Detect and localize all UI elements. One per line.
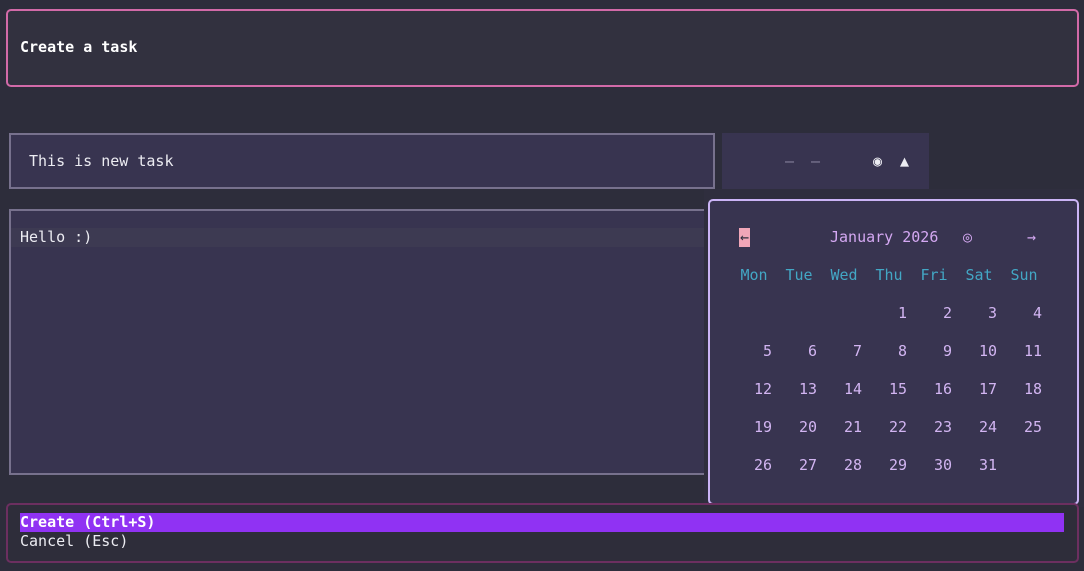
task-description-value: Hello :) [20, 228, 93, 246]
calendar-day[interactable]: 21 [822, 418, 862, 436]
task-description-textarea[interactable] [9, 209, 709, 475]
calendar-day[interactable]: 26 [732, 456, 772, 474]
calendar-day[interactable]: 8 [867, 342, 907, 360]
collapse-up-icon[interactable]: ▲ [900, 152, 909, 170]
create-button[interactable] [20, 513, 1064, 532]
calendar-day[interactable]: 15 [867, 380, 907, 398]
calendar-day[interactable]: 28 [822, 456, 862, 474]
calendar-day[interactable]: 13 [777, 380, 817, 398]
calendar-day[interactable]: 3 [957, 304, 997, 322]
calendar-day[interactable]: 29 [867, 456, 907, 474]
target-icon[interactable]: ◉ [873, 152, 882, 170]
weekday-label: Sun [1010, 266, 1038, 284]
weekday-label: Sat [965, 266, 993, 284]
calendar-day[interactable]: 6 [777, 342, 817, 360]
next-month-icon[interactable]: → [1027, 228, 1036, 246]
calendar-day[interactable]: 24 [957, 418, 997, 436]
calendar-day[interactable]: 20 [777, 418, 817, 436]
create-task-screen: Create a task This is new task – – ◉ ▲ H… [0, 0, 1084, 571]
calendar-day[interactable]: 9 [912, 342, 952, 360]
prev-month-icon[interactable]: ← [739, 228, 750, 247]
calendar-day[interactable]: 10 [957, 342, 997, 360]
cancel-button[interactable]: Cancel (Esc) [20, 532, 128, 550]
weekday-label: Wed [830, 266, 858, 284]
calendar-day[interactable]: 5 [732, 342, 772, 360]
calendar-month-label: January 2026 [830, 228, 939, 246]
weekday-label: Tue [785, 266, 813, 284]
current-line-highlight [11, 228, 705, 247]
calendar-day[interactable]: 22 [867, 418, 907, 436]
calendar-day[interactable]: 27 [777, 456, 817, 474]
calendar-day[interactable]: 23 [912, 418, 952, 436]
calendar-day[interactable]: 25 [1002, 418, 1042, 436]
due-date-field[interactable] [722, 133, 929, 189]
weekday-label: Fri [920, 266, 948, 284]
calendar-day[interactable]: 4 [1002, 304, 1042, 322]
calendar-day[interactable]: 16 [912, 380, 952, 398]
calendar-day[interactable]: 11 [1002, 342, 1042, 360]
actions-panel [6, 503, 1079, 563]
create-button-label: Create (Ctrl+S) [20, 513, 156, 531]
calendar-day[interactable]: 14 [822, 380, 862, 398]
page-title: Create a task [20, 38, 138, 56]
today-icon[interactable]: ◎ [963, 228, 972, 246]
calendar-day[interactable]: 2 [912, 304, 952, 322]
calendar-day[interactable]: 12 [732, 380, 772, 398]
due-date-month-placeholder: – [785, 152, 795, 170]
weekday-label: Mon [740, 266, 768, 284]
calendar-day[interactable]: 7 [822, 342, 862, 360]
task-title-value: This is new task [29, 152, 174, 170]
weekday-label: Thu [875, 266, 903, 284]
calendar-day[interactable]: 30 [912, 456, 952, 474]
calendar-day[interactable]: 18 [1002, 380, 1042, 398]
calendar-day[interactable]: 31 [957, 456, 997, 474]
header-panel [6, 9, 1079, 87]
calendar-day[interactable]: 1 [867, 304, 907, 322]
calendar-day[interactable]: 17 [957, 380, 997, 398]
due-date-day-placeholder: – [811, 152, 821, 170]
calendar-day[interactable]: 19 [732, 418, 772, 436]
